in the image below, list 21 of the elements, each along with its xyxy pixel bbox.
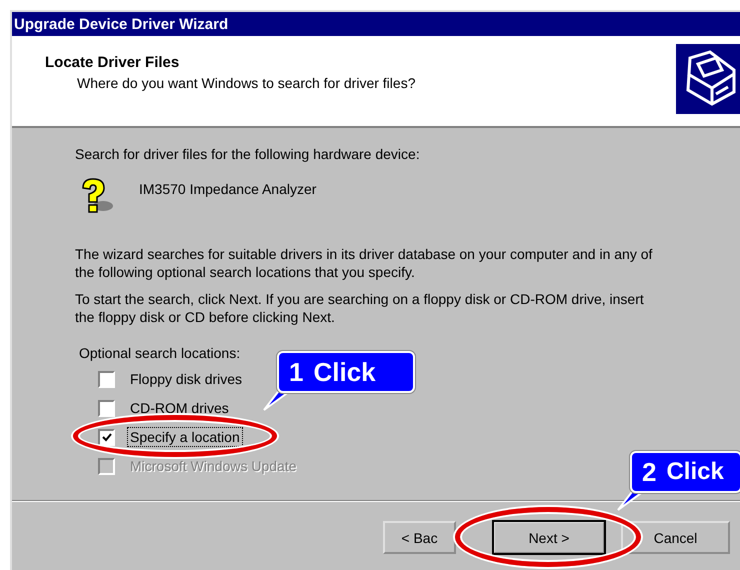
next-button[interactable]: Next > xyxy=(493,521,605,554)
checkbox-label: Microsoft Windows Update xyxy=(129,457,298,476)
callout-label: 1 Click xyxy=(277,351,415,393)
callout-label: 2 Click xyxy=(630,451,740,493)
options-label: Optional search locations: xyxy=(79,345,242,361)
intro-text: Search for driver files for the following hardware device: xyxy=(75,146,421,162)
checkbox-label[interactable]: Specify a location xyxy=(127,427,243,447)
paragraph: The wizard searches for suitable drivers in its driver database on your computer and in any of the following optional search locations that you specify. xyxy=(75,245,654,281)
checkbox-label[interactable]: CD-ROM drives xyxy=(127,398,232,418)
cancel-button[interactable]: Cancel xyxy=(621,521,730,554)
checkbox[interactable] xyxy=(98,400,115,416)
paragraph: To start the search, click Next. If you are searching on a floppy disk or CD-ROM drive, insert the floppy disk or CD before clicking Next. xyxy=(75,290,645,326)
page-subtitle: Where do you want Windows to search for driver files? xyxy=(76,74,416,91)
check-mark-icon xyxy=(102,432,112,442)
back-button[interactable]: < Bac xyxy=(383,521,456,554)
checkbox[interactable] xyxy=(98,428,115,446)
page-title: Locate Driver Files xyxy=(45,54,180,71)
device-name: IM3570 Impedance Analyzer xyxy=(139,181,316,197)
checkbox[interactable] xyxy=(98,370,115,388)
window-title: Upgrade Device Driver Wizard xyxy=(14,16,228,32)
checkbox-label[interactable]: Floppy disk drives xyxy=(127,369,246,389)
